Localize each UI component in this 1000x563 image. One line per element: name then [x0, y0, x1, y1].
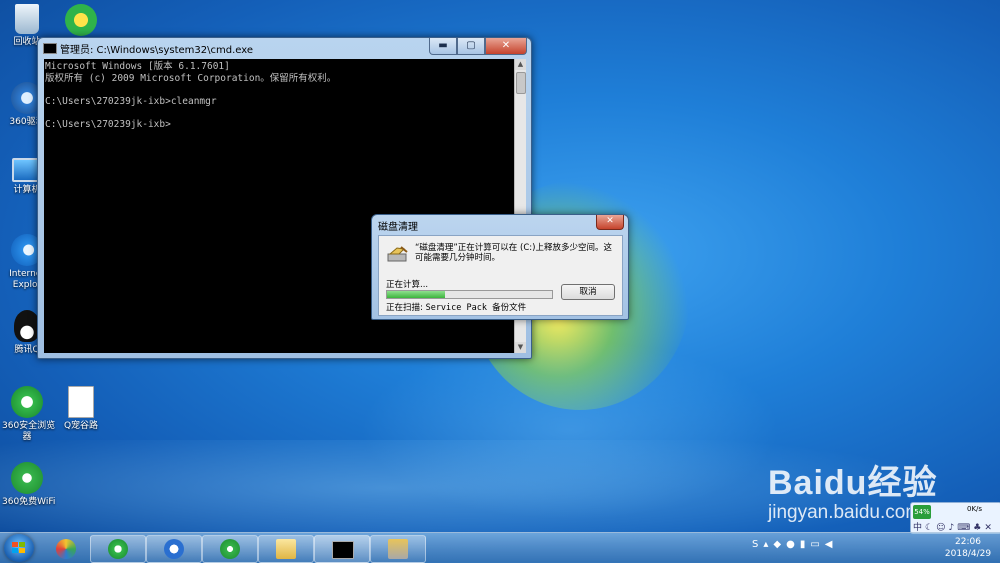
folder-icon — [276, 539, 296, 559]
input-method-icon[interactable]: S — [752, 539, 763, 550]
baidu-paw-icon — [164, 539, 184, 559]
wifi-icon — [11, 462, 43, 494]
desktop-icon-label: 360免费WiFi — [2, 497, 56, 507]
disk-cleanup-dialog[interactable]: 磁盘清理 ✕ “磁盘清理”正在计算可以在 (C:)上释放多少空间。这可能需要几分… — [371, 214, 629, 320]
progress-fill — [387, 291, 445, 298]
disk-cleanup-icon — [388, 539, 408, 559]
taskbar-disk-cleanup[interactable] — [370, 535, 426, 563]
network-icon[interactable]: ◆ — [773, 539, 786, 550]
desktop-icon-360-browser[interactable]: 360安全浏览 器 — [2, 386, 56, 443]
taskbar-baidu[interactable] — [146, 535, 202, 563]
console-icon — [43, 43, 57, 54]
taskbar-360-wifi[interactable] — [202, 535, 258, 563]
show-hidden-icons-icon[interactable]: ▴ — [763, 539, 773, 550]
scan-prefix: 正在扫描: — [386, 303, 423, 313]
disk-cleanup-icon — [387, 246, 408, 262]
progress-bar — [386, 290, 553, 299]
scroll-thumb[interactable] — [516, 72, 526, 94]
desktop-icon-label-line2: 器 — [22, 432, 32, 442]
browser-icon — [108, 539, 128, 559]
desktop-icon-360-plus[interactable] — [56, 4, 106, 39]
taskbar: S▴◆●▮▭◀ 22:06 2018/4/29 — [0, 532, 1000, 563]
taskbar-explorer[interactable] — [258, 535, 314, 563]
clock-date: 2018/4/29 — [944, 549, 992, 559]
cmd-title-bar[interactable]: 管理员: C:\Windows\system32\cmd.exe ▬ ▢ ✕ — [38, 38, 531, 58]
taskbar-clock[interactable]: 22:06 2018/4/29 — [938, 536, 998, 560]
volume-icon[interactable]: ◀ — [825, 539, 838, 550]
scan-status: 正在扫描: Service Pack 备份文件 — [386, 301, 526, 313]
scroll-up-arrow-icon[interactable]: ▲ — [515, 59, 526, 70]
dialog-close-button[interactable]: ✕ — [596, 215, 624, 230]
console-line: 版权所有 (c) 2009 Microsoft Corporation。保留所有… — [45, 72, 337, 84]
wifi-icon — [220, 539, 240, 559]
cancel-button[interactable]: 取消 — [561, 284, 615, 300]
scroll-down-arrow-icon[interactable]: ▼ — [515, 342, 526, 353]
console-line: C:\Users\270239jk-ixb>cleanmgr — [45, 95, 217, 107]
desktop-icon-label: Q宠谷路 — [63, 421, 99, 431]
console-line: Microsoft Windows [版本 6.1.7601] — [45, 61, 230, 72]
browser-icon — [11, 386, 43, 418]
desktop-icon-label: 360安全浏览 — [2, 421, 56, 431]
widget-speed: 0K/s — [967, 505, 983, 513]
taskbar-360-browser[interactable] — [90, 535, 146, 563]
windows-logo-icon — [12, 542, 25, 553]
console-prompt: C:\Users\270239jk-ixb> — [45, 118, 171, 130]
network-widget[interactable]: 54% 0K/s 中☾☺♪⌨♣✕ — [910, 502, 1000, 534]
scan-item: Service Pack 备份文件 — [425, 303, 527, 313]
plus-circle-icon — [65, 4, 97, 36]
desktop-icon-360-wifi[interactable]: 360免费WiFi — [2, 462, 56, 508]
console-icon — [332, 541, 354, 559]
dialog-body: “磁盘清理”正在计算可以在 (C:)上释放多少空间。这可能需要几分钟时间。 正在… — [378, 235, 623, 316]
start-button[interactable] — [4, 534, 34, 562]
widget-percent: 54% — [913, 505, 931, 519]
watermark-brand: Baidu经验 — [768, 464, 938, 502]
desktop-icon-qchong[interactable]: Q宠谷路 — [56, 386, 106, 432]
system-tray: S▴◆●▮▭◀ — [752, 539, 838, 550]
clock-time: 22:06 — [955, 537, 981, 547]
battery-icon[interactable]: ▮ — [800, 539, 811, 550]
calculating-status: 正在计算... — [386, 280, 429, 290]
360-tray-icon[interactable]: ● — [786, 539, 800, 550]
display-icon[interactable]: ▭ — [810, 539, 824, 550]
recycle-bin-icon — [15, 4, 39, 34]
maximize-button[interactable]: ▢ — [457, 38, 485, 55]
minimize-button[interactable]: ▬ — [429, 38, 457, 55]
taskbar-cmd[interactable] — [314, 535, 370, 563]
taskbar-360-security[interactable] — [38, 535, 94, 563]
document-icon — [68, 386, 94, 418]
360-logo-icon — [56, 539, 76, 559]
dialog-title: 磁盘清理 — [378, 222, 418, 233]
dialog-message: “磁盘清理”正在计算可以在 (C:)上释放多少空间。这可能需要几分钟时间。 — [415, 243, 612, 263]
cmd-window-title: 管理员: C:\Windows\system32\cmd.exe — [60, 45, 254, 56]
close-button[interactable]: ✕ — [485, 38, 527, 55]
